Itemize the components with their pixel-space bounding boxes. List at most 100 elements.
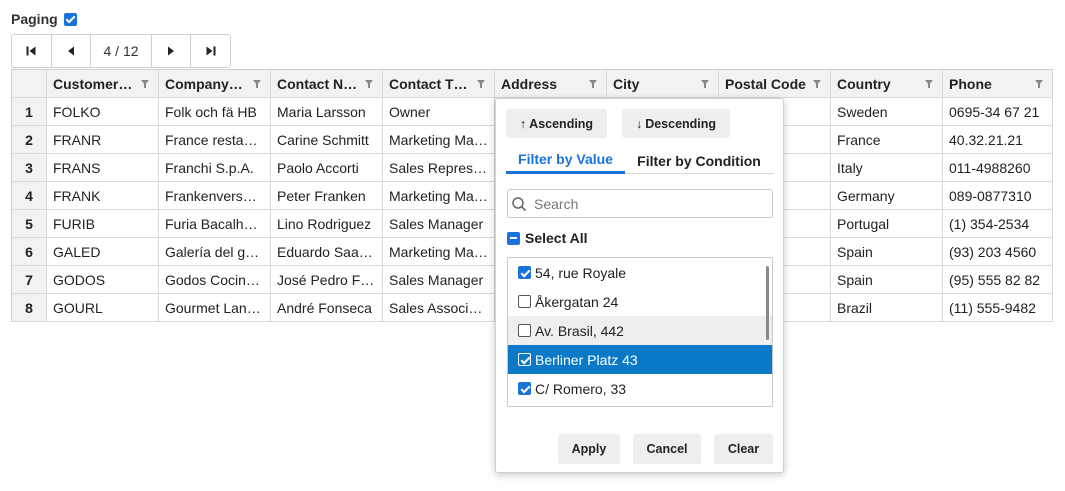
- next-page-button[interactable]: [152, 35, 192, 67]
- table-cell[interactable]: FRANR: [47, 126, 159, 154]
- filter-icon[interactable]: [141, 80, 149, 88]
- filter-icon[interactable]: [1035, 80, 1043, 88]
- sort-descending-button[interactable]: ↓ Descending: [622, 109, 730, 138]
- table-cell[interactable]: Carine Schmitt: [271, 126, 383, 154]
- select-all[interactable]: Select All: [507, 229, 588, 247]
- table-cell[interactable]: Frankenvers…: [159, 182, 271, 210]
- column-header[interactable]: Country: [831, 70, 943, 98]
- cancel-button[interactable]: Cancel: [633, 434, 701, 464]
- table-cell[interactable]: Portugal: [831, 210, 943, 238]
- column-header[interactable]: Customer…: [47, 70, 159, 98]
- table-cell[interactable]: José Pedro F…: [271, 266, 383, 294]
- table-cell[interactable]: 089-0877310: [943, 182, 1053, 210]
- table-cell[interactable]: FOLKO: [47, 98, 159, 126]
- table-cell[interactable]: GODOS: [47, 266, 159, 294]
- table-cell[interactable]: GOURL: [47, 294, 159, 322]
- table-cell[interactable]: Sales Repres…: [383, 154, 495, 182]
- table-cell[interactable]: Italy: [831, 154, 943, 182]
- table-cell[interactable]: France resta…: [159, 126, 271, 154]
- paging-toggle[interactable]: Paging: [11, 10, 77, 28]
- table-cell[interactable]: Franchi S.p.A.: [159, 154, 271, 182]
- table-cell[interactable]: FURIB: [47, 210, 159, 238]
- table-cell[interactable]: Owner: [383, 98, 495, 126]
- list-item[interactable]: Åkergatan 24: [508, 287, 772, 316]
- column-header-label: Contact T…: [389, 76, 468, 92]
- search-input[interactable]: [534, 195, 764, 212]
- table-cell[interactable]: Marketing Ma…: [383, 182, 495, 210]
- item-checkbox[interactable]: [518, 353, 531, 366]
- apply-button[interactable]: Apply: [558, 434, 620, 464]
- filter-icon[interactable]: [253, 80, 261, 88]
- last-page-button[interactable]: [191, 35, 230, 67]
- table-cell[interactable]: Folk och fä HB: [159, 98, 271, 126]
- table-cell[interactable]: FRANS: [47, 154, 159, 182]
- table-cell[interactable]: Paolo Accorti: [271, 154, 383, 182]
- filter-icon[interactable]: [477, 80, 485, 88]
- table-cell[interactable]: GALED: [47, 238, 159, 266]
- table-cell[interactable]: Sweden: [831, 98, 943, 126]
- column-header-label: Country: [837, 76, 891, 92]
- table-cell[interactable]: Maria Larsson: [271, 98, 383, 126]
- table-cell[interactable]: Brazil: [831, 294, 943, 322]
- item-checkbox[interactable]: [518, 295, 531, 308]
- column-header[interactable]: Company…: [159, 70, 271, 98]
- column-header[interactable]: Address: [495, 70, 607, 98]
- item-checkbox[interactable]: [518, 324, 531, 337]
- column-header[interactable]: Phone: [943, 70, 1053, 98]
- table-cell[interactable]: 0695-34 67 21: [943, 98, 1053, 126]
- table-cell[interactable]: Spain: [831, 266, 943, 294]
- column-header-label: Address: [501, 76, 558, 92]
- filter-icon[interactable]: [589, 80, 597, 88]
- row-number: 7: [12, 266, 47, 294]
- list-item[interactable]: Berliner Platz 43: [508, 345, 772, 374]
- table-cell[interactable]: Gourmet Lan…: [159, 294, 271, 322]
- table-cell[interactable]: Godos Cocin…: [159, 266, 271, 294]
- first-page-button[interactable]: [12, 35, 52, 67]
- table-cell[interactable]: Lino Rodriguez: [271, 210, 383, 238]
- tab-filter-by-condition[interactable]: Filter by Condition: [629, 147, 769, 174]
- filter-icon[interactable]: [813, 80, 821, 88]
- filter-icon[interactable]: [365, 80, 373, 88]
- paging-checkbox[interactable]: [63, 12, 77, 26]
- item-checkbox[interactable]: [518, 266, 531, 279]
- list-item[interactable]: Av. Brasil, 442: [508, 316, 772, 345]
- value-list-scrollbar[interactable]: [766, 266, 769, 340]
- filter-icon[interactable]: [925, 80, 933, 88]
- table-cell[interactable]: Sales Manager: [383, 210, 495, 238]
- column-header[interactable]: City: [607, 70, 719, 98]
- column-header[interactable]: Postal Code: [719, 70, 831, 98]
- column-header[interactable]: Contact T…: [383, 70, 495, 98]
- table-cell[interactable]: André Fonseca: [271, 294, 383, 322]
- select-all-indeterminate-checkbox[interactable]: [507, 231, 520, 245]
- table-cell[interactable]: Eduardo Saa…: [271, 238, 383, 266]
- item-checkbox[interactable]: [518, 382, 531, 395]
- table-cell[interactable]: (11) 555-9482: [943, 294, 1053, 322]
- table-cell[interactable]: 011-4988260: [943, 154, 1053, 182]
- page-info: 4 / 12: [91, 35, 152, 67]
- table-cell[interactable]: (1) 354-2534: [943, 210, 1053, 238]
- table-cell[interactable]: Germany: [831, 182, 943, 210]
- table-cell[interactable]: Sales Manager: [383, 266, 495, 294]
- table-cell[interactable]: (95) 555 82 82: [943, 266, 1053, 294]
- filter-icon[interactable]: [701, 80, 709, 88]
- table-cell[interactable]: FRANK: [47, 182, 159, 210]
- table-cell[interactable]: (93) 203 4560: [943, 238, 1053, 266]
- table-cell[interactable]: Marketing Ma…: [383, 126, 495, 154]
- tab-filter-by-value[interactable]: Filter by Value: [506, 147, 625, 174]
- sort-ascending-button[interactable]: ↑ Ascending: [506, 109, 607, 138]
- item-label: Åkergatan 24: [535, 293, 619, 310]
- table-cell[interactable]: Marketing Ma…: [383, 238, 495, 266]
- table-cell[interactable]: France: [831, 126, 943, 154]
- table-cell[interactable]: Sales Associ…: [383, 294, 495, 322]
- table-cell[interactable]: Galería del g…: [159, 238, 271, 266]
- list-item[interactable]: C/ Romero, 33: [508, 374, 772, 403]
- table-cell[interactable]: 40.32.21.21: [943, 126, 1053, 154]
- prev-page-button[interactable]: [52, 35, 92, 67]
- paging-label: Paging: [11, 11, 58, 27]
- column-header[interactable]: Contact N…: [271, 70, 383, 98]
- list-item[interactable]: 54, rue Royale: [508, 258, 772, 287]
- table-cell[interactable]: Peter Franken: [271, 182, 383, 210]
- clear-button[interactable]: Clear: [714, 434, 773, 464]
- table-cell[interactable]: Furia Bacalh…: [159, 210, 271, 238]
- table-cell[interactable]: Spain: [831, 238, 943, 266]
